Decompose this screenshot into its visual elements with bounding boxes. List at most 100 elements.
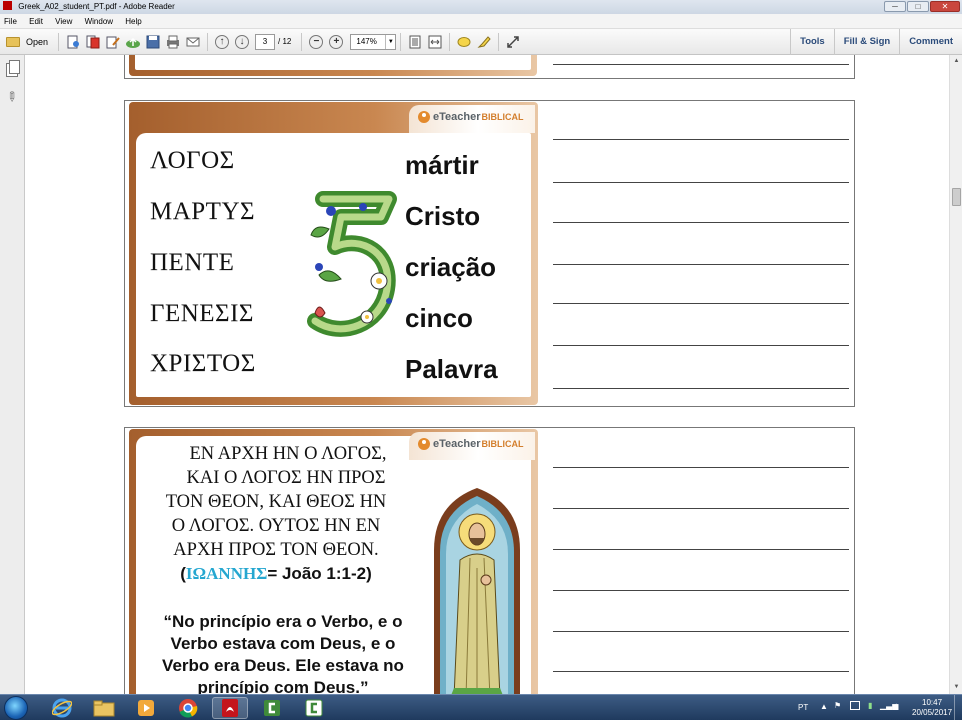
logo-icon xyxy=(418,438,430,450)
menu-view[interactable]: View xyxy=(55,17,72,26)
zoom-level-value: 147% xyxy=(356,36,377,46)
scroll-thumb[interactable] xyxy=(952,188,961,206)
media-player-icon xyxy=(138,700,154,716)
quote-line: princípio com Deus.” xyxy=(197,678,369,694)
jesus-window-illustration xyxy=(434,488,520,694)
zoom-in-button[interactable]: + xyxy=(329,34,344,49)
greek-word: ΛΟΓΟΣ xyxy=(150,147,235,174)
save-icon[interactable] xyxy=(145,34,161,50)
taskbar-file-explorer[interactable] xyxy=(86,697,122,719)
minimize-button[interactable]: ─ xyxy=(884,1,906,12)
quote-line: Verbo estava com Deus, e o xyxy=(170,634,396,653)
title-bar: Greek_A02_student_PT.pdf - Adobe Reader … xyxy=(0,0,962,14)
portuguese-word: cinco xyxy=(405,303,473,333)
combine-files-icon[interactable] xyxy=(85,34,101,50)
clock-date: 20/05/2017 xyxy=(912,708,953,717)
portuguese-word: Cristo xyxy=(405,201,481,231)
taskbar-adobe-reader[interactable] xyxy=(212,697,248,719)
upload-cloud-icon[interactable] xyxy=(125,34,141,50)
page-thumbnails-icon[interactable] xyxy=(6,60,20,77)
answer-line xyxy=(553,303,849,304)
action-center-flag-icon[interactable]: ⚑ xyxy=(834,701,841,710)
answer-line xyxy=(553,671,849,672)
answer-line xyxy=(553,631,849,632)
answer-line xyxy=(553,508,849,509)
fit-page-icon[interactable] xyxy=(407,34,423,50)
folder-icon xyxy=(93,700,115,717)
quote-line: “No princípio era o Verbo, e o xyxy=(163,612,403,631)
chevron-down-icon: ▼ xyxy=(385,34,395,49)
camtasia-recorder-icon xyxy=(305,699,323,717)
taskbar-camtasia-recorder[interactable] xyxy=(296,697,332,719)
greek-word: ΧΡΙΣΤΟΣ xyxy=(150,350,256,377)
attachments-icon[interactable]: ✎ xyxy=(2,87,21,106)
scroll-up-arrow-icon[interactable]: ▲ xyxy=(951,55,962,68)
greek-word: ΜΑΡΤΥΣ xyxy=(150,198,256,225)
vertical-scrollbar[interactable]: ▲ ▼ xyxy=(949,55,962,694)
volume-icon[interactable]: 🔈︎ xyxy=(894,701,899,711)
task-pane-tabs: Tools Fill & Sign Comment xyxy=(790,28,962,55)
menu-file[interactable]: File xyxy=(4,17,17,26)
device-icon[interactable] xyxy=(850,701,860,710)
open-button[interactable]: Open xyxy=(6,36,48,47)
menu-edit[interactable]: Edit xyxy=(29,17,43,26)
network-icon[interactable]: ▮ xyxy=(868,701,872,710)
answer-line xyxy=(553,182,849,183)
clock[interactable]: 10:47 20/05/2017 xyxy=(912,698,952,718)
taskbar-internet-explorer[interactable] xyxy=(44,697,80,719)
folder-icon xyxy=(6,36,20,47)
tools-tab[interactable]: Tools xyxy=(790,28,834,55)
print-icon[interactable] xyxy=(165,34,181,50)
window-controls: ─ □ ✕ xyxy=(884,1,960,12)
toolbar-divider xyxy=(400,32,402,51)
taskbar-camtasia[interactable] xyxy=(254,697,290,719)
page-number-input[interactable]: 3 xyxy=(255,33,276,50)
answer-line xyxy=(553,467,849,468)
taskbar-chrome[interactable] xyxy=(170,697,206,719)
answer-line xyxy=(553,549,849,550)
menu-window[interactable]: Window xyxy=(85,17,113,26)
maximize-button[interactable]: □ xyxy=(907,1,929,12)
previous-page-button[interactable]: ↑ xyxy=(215,34,230,49)
fill-sign-tab[interactable]: Fill & Sign xyxy=(833,28,899,55)
scroll-down-arrow-icon[interactable]: ▼ xyxy=(951,681,962,694)
language-indicator[interactable]: PT xyxy=(798,703,808,712)
create-pdf-icon[interactable] xyxy=(65,34,81,50)
verse-citation: (ΙΩΑΝΝΗΣ= João 1:1-2) xyxy=(180,564,372,583)
show-desktop-button[interactable] xyxy=(954,695,962,721)
full-screen-icon[interactable] xyxy=(505,34,521,50)
answer-line xyxy=(553,139,849,140)
adobe-reader-icon xyxy=(3,1,12,10)
menu-help[interactable]: Help xyxy=(125,17,141,26)
zoom-level-select[interactable]: 147% ▼ xyxy=(350,33,397,50)
portuguese-word: mártir xyxy=(405,150,479,180)
close-button[interactable]: ✕ xyxy=(930,1,960,12)
show-hidden-icons-icon[interactable]: ▲ xyxy=(820,702,828,711)
comment-tab[interactable]: Comment xyxy=(899,28,962,55)
taskbar-media-player[interactable] xyxy=(128,697,164,719)
toolbar-divider xyxy=(498,32,500,51)
highlight-icon[interactable] xyxy=(476,34,492,50)
portuguese-word: criação xyxy=(405,252,497,282)
fit-width-icon[interactable] xyxy=(427,34,443,50)
email-icon[interactable] xyxy=(185,34,201,50)
clock-time: 10:47 xyxy=(922,698,943,707)
window-title: Greek_A02_student_PT.pdf - Adobe Reader xyxy=(18,2,175,11)
camtasia-icon xyxy=(264,700,280,716)
sticky-note-icon[interactable] xyxy=(456,34,472,50)
next-page-button[interactable]: ↓ xyxy=(235,34,250,49)
edit-pdf-icon[interactable] xyxy=(105,34,121,50)
slide-vocabulary: eTeacher BIBLICAL ΛΟΓΟΣ ΜΑΡΤΥΣ ΠΕΝΤΕ ΓΕΝΕ… xyxy=(124,100,855,407)
main-toolbar: Open ↑ ↓ 3 / 12 − + 147% ▼ Tools Fill & … xyxy=(0,28,962,55)
document-view[interactable]: eTeacher BIBLICAL ΛΟΓΟΣ ΜΑΡΤΥΣ ΠΕΝΤΕ ΓΕΝΕ… xyxy=(26,55,949,694)
answer-line xyxy=(553,64,849,65)
verse-line: ΕΝ ΑΡΧΗ ΗΝ Ο ΛΟΓΟΣ, xyxy=(189,444,387,464)
quote-line: Verbo era Deus. Ele estava no xyxy=(162,656,404,675)
logo-icon xyxy=(418,111,430,123)
answer-line xyxy=(553,264,849,265)
answer-line xyxy=(553,222,849,223)
zoom-out-button[interactable]: − xyxy=(309,34,324,49)
greek-word: ΠΕΝΤΕ xyxy=(150,249,235,276)
portuguese-word: Palavra xyxy=(405,354,498,384)
start-button[interactable] xyxy=(4,696,28,720)
